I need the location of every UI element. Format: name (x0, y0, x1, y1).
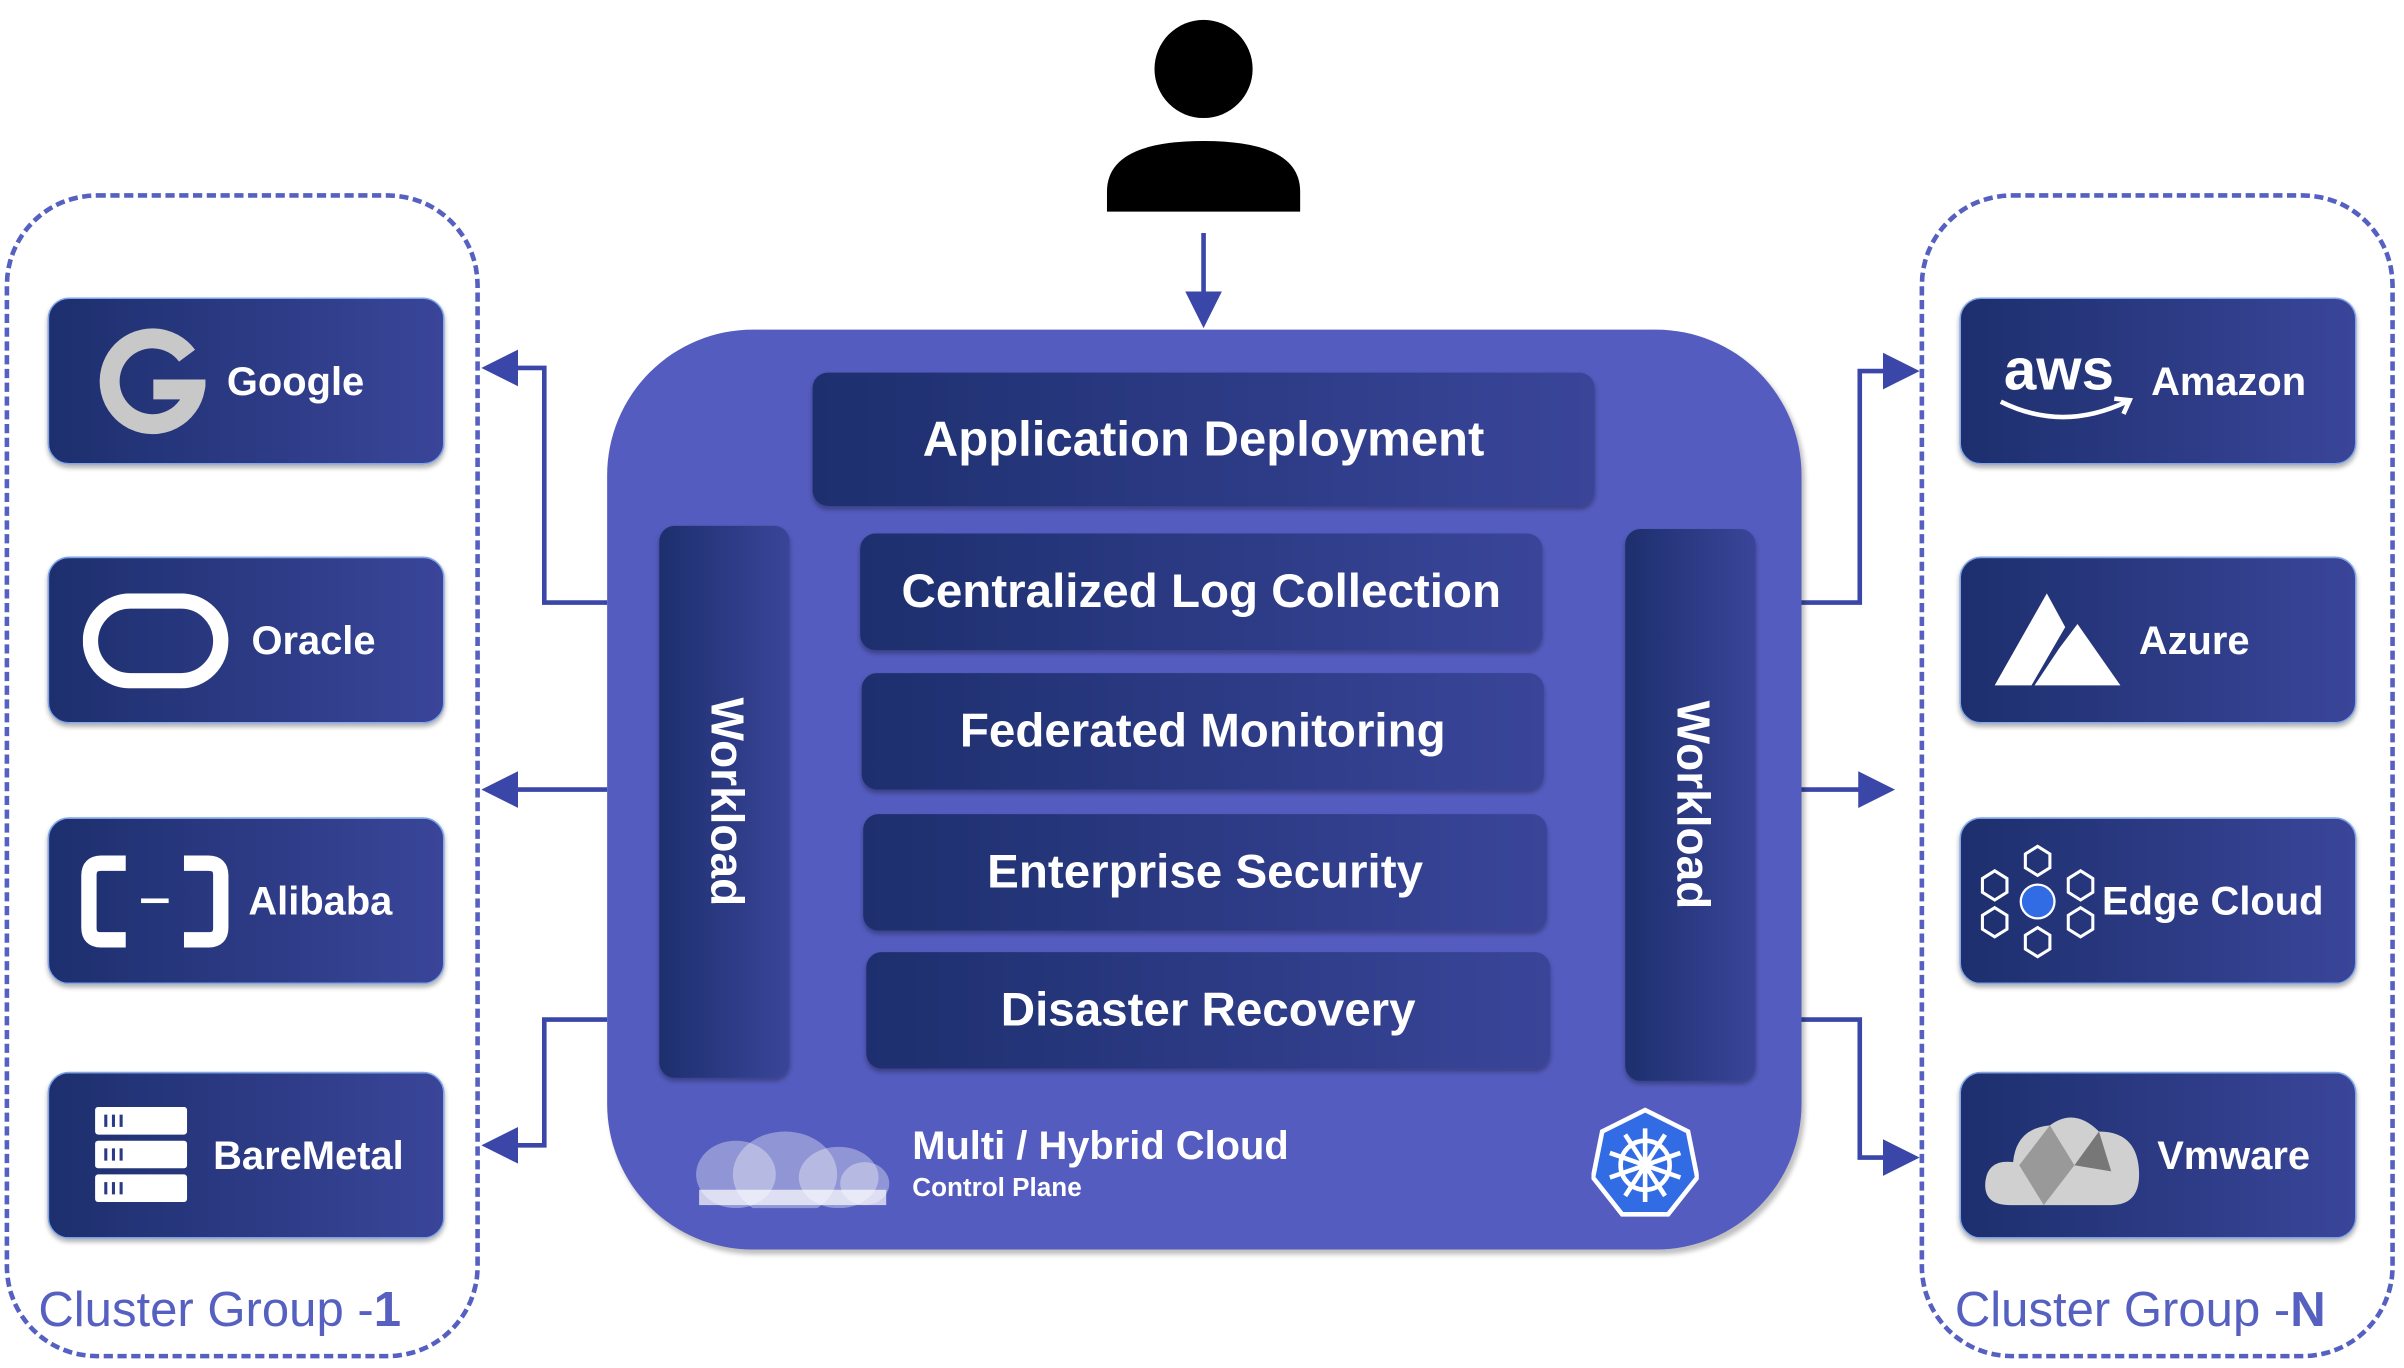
provider-card-amazon[interactable]: aws Amazon (1959, 297, 2357, 465)
workload-label: Workload (1665, 700, 1717, 910)
provider-card-edge-cloud[interactable]: Edge Cloud (1959, 817, 2357, 985)
module-application-deployment[interactable]: Application Deployment (812, 372, 1595, 506)
provider-name: Azure (2138, 616, 2250, 663)
arrow-right-top (1801, 352, 1920, 605)
google-icon (99, 327, 206, 434)
provider-card-oracle[interactable]: Oracle (47, 556, 445, 724)
provider-card-baremetal[interactable]: BareMetal (47, 1071, 445, 1239)
oracle-icon (82, 592, 229, 688)
workload-right[interactable]: Workload (1625, 528, 1756, 1081)
kubernetes-icon (1591, 1107, 1699, 1217)
module-enterprise-security[interactable]: Enterprise Security (863, 814, 1547, 931)
aws-icon: aws (1999, 337, 2134, 419)
control-plane-subtitle: Control Plane (912, 1172, 1082, 1203)
cloud-logo-icon (696, 1131, 890, 1209)
provider-name: Alibaba (248, 876, 393, 923)
workload-left[interactable]: Workload (659, 525, 790, 1078)
workload-label: Workload (699, 697, 751, 907)
control-plane-title: Multi / Hybrid Cloud (912, 1122, 1289, 1169)
arrow-left-bottom (481, 1017, 608, 1164)
module-disaster-recovery[interactable]: Disaster Recovery (866, 952, 1551, 1069)
azure-icon (1994, 592, 2121, 685)
arrow-left-top (481, 349, 608, 605)
module-federated-monitoring[interactable]: Federated Monitoring (861, 673, 1544, 790)
diagram: Google Oracle Alibaba BareMetal Cluster … (0, 0, 2404, 1368)
server-icon (95, 1106, 188, 1202)
provider-card-google[interactable]: Google (47, 297, 445, 465)
provider-name: Google (226, 357, 365, 404)
provider-name: Oracle (251, 616, 376, 663)
arrow-right-bottom (1801, 1017, 1920, 1176)
cluster-group-label: Cluster Group -1 (38, 1281, 401, 1337)
alibaba-icon (81, 854, 229, 947)
provider-card-alibaba[interactable]: Alibaba (47, 817, 445, 985)
svg-text:aws: aws (2004, 337, 2114, 402)
edge-cloud-icon (1980, 843, 2095, 958)
provider-name: BareMetal (213, 1131, 404, 1178)
cluster-group-label: Cluster Group -N (1954, 1281, 2326, 1337)
provider-card-vmware[interactable]: Vmware (1959, 1071, 2357, 1239)
provider-card-azure[interactable]: Azure (1959, 556, 2357, 724)
vmware-icon (1985, 1116, 2140, 1205)
provider-name: Amazon (2151, 357, 2307, 404)
provider-name: Edge Cloud (2102, 876, 2324, 923)
person-icon (1106, 19, 1301, 212)
provider-name: Vmware (2157, 1131, 2311, 1178)
module-centralized-log-collection[interactable]: Centralized Log Collection (860, 533, 1543, 651)
